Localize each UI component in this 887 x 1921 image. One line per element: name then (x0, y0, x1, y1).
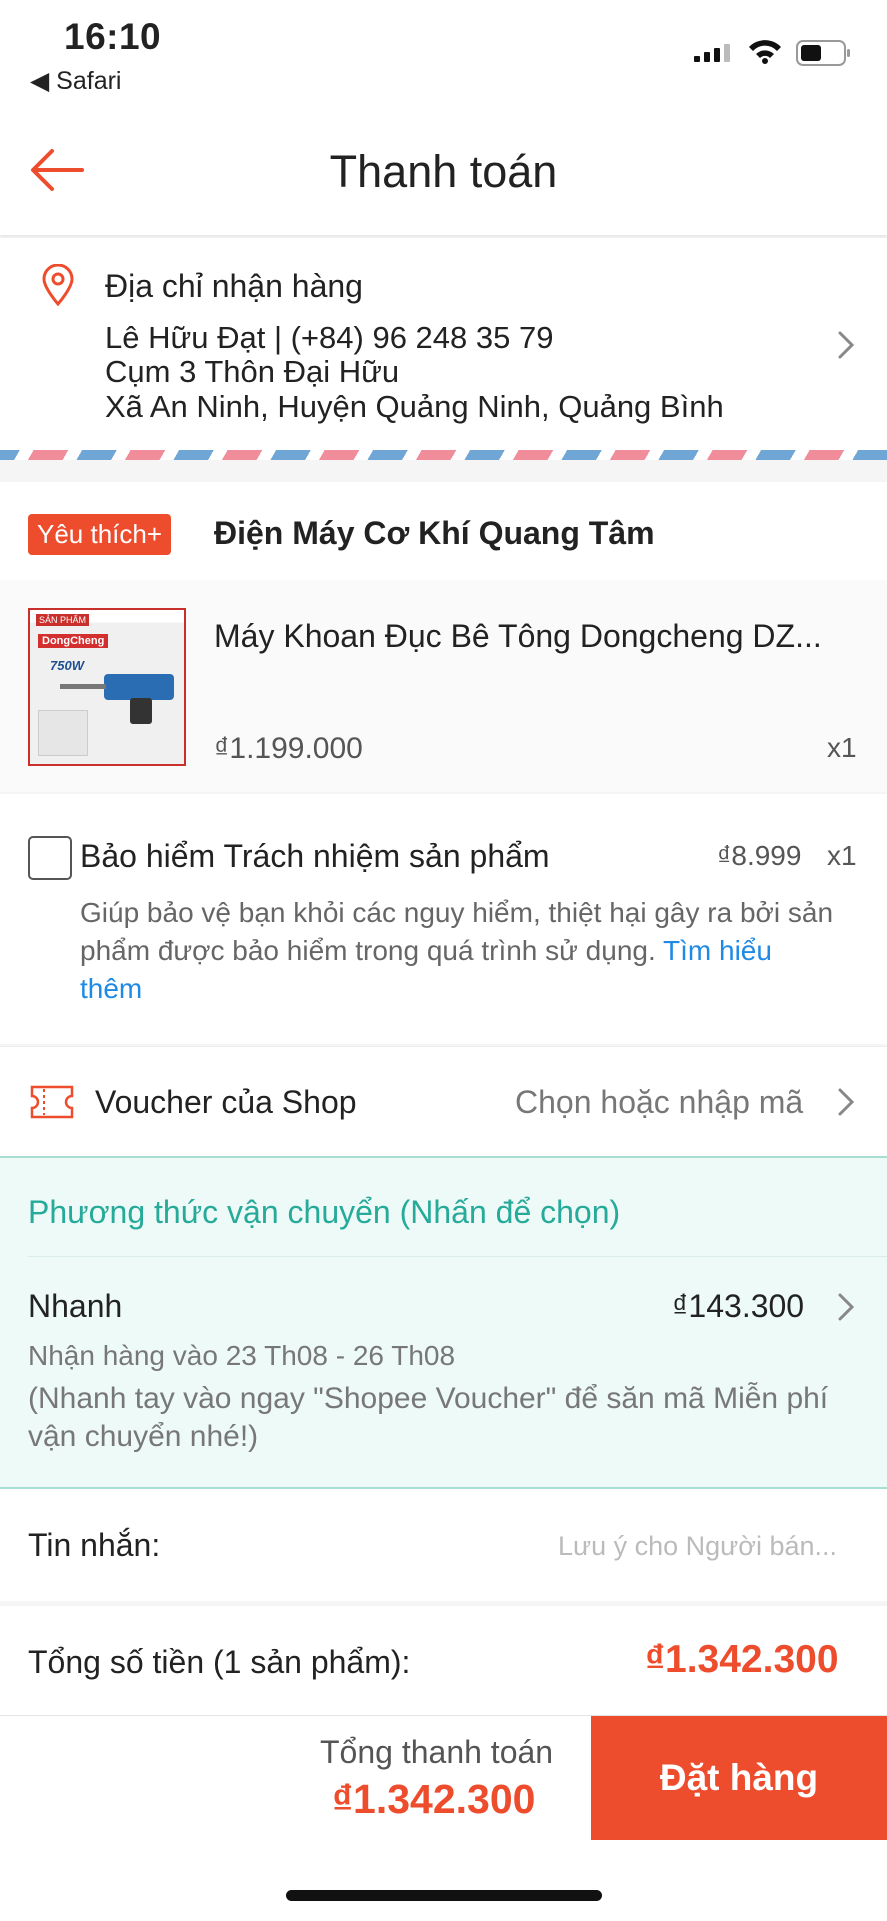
thumb-banner: SẢN PHẨM (36, 614, 90, 626)
message-row: Tin nhắn: Lưu ý cho Người bán... (0, 1489, 887, 1601)
app-header: Thanh toán (0, 100, 887, 235)
voucher-ticket-icon (30, 1085, 74, 1119)
chevron-right-icon (838, 1293, 855, 1321)
insurance-title: Bảo hiểm Trách nhiệm sản phẩm (80, 838, 550, 874)
shop-header: Yêu thích+ Điện Máy Cơ Khí Quang Tâm (0, 482, 887, 582)
status-time: 16:10 (64, 16, 162, 57)
voucher-hint: Chọn hoặc nhập mã (515, 1084, 804, 1120)
address-label: Địa chỉ nhận hàng (105, 268, 363, 304)
chevron-right-icon (838, 331, 855, 359)
airmail-divider (0, 450, 887, 460)
insurance-description: Giúp bảo vệ bạn khỏi các nguy hiểm, thiệ… (80, 894, 840, 1008)
thumb-power: 750W (50, 658, 84, 673)
payment-total-label: Tổng thanh toán (320, 1734, 554, 1770)
shipping-delivery-date: Nhận hàng vào 23 Th08 - 26 Th08 (28, 1340, 456, 1371)
battery-icon (796, 40, 850, 66)
shop-voucher-row[interactable]: Voucher của Shop Chọn hoặc nhập mã (0, 1046, 887, 1157)
thumb-spec-table (38, 710, 88, 756)
chevron-right-icon (838, 1088, 855, 1116)
shipping-price: ₫143.300 (672, 1288, 805, 1324)
drill-handle-shape (130, 698, 152, 724)
back-to-safari-link[interactable]: ◀ Safari (30, 66, 121, 96)
status-bar: 16:10 ◀ Safari (0, 0, 887, 100)
shipping-title: Phương thức vận chuyển (Nhấn để chọn) (28, 1194, 621, 1230)
product-thumbnail: SẢN PHẨM DongCheng 750W (28, 608, 186, 766)
shipping-note: (Nhanh tay vào ngay "Shopee Voucher" để … (28, 1382, 829, 1453)
preferred-shop-badge: Yêu thích+ (28, 514, 172, 555)
product-name: Máy Khoan Đục Bê Tông Dongcheng DZ... (214, 618, 822, 654)
address-line-1: Cụm 3 Thôn Đại Hữu (105, 354, 400, 389)
wifi-icon (749, 40, 781, 64)
shipping-address-section[interactable]: Địa chỉ nhận hàng Lê Hữu Đạt | (+84) 96 … (0, 238, 887, 450)
place-order-button[interactable]: Đặt hàng (591, 1716, 887, 1840)
location-pin-icon (42, 264, 74, 306)
drill-bit-shape (60, 684, 106, 689)
order-total-label: Tổng số tiền (1 sản phẩm): (28, 1644, 411, 1680)
order-total-row: Tổng số tiền (1 sản phẩm): ₫1.342.300 (0, 1606, 887, 1718)
page-title: Thanh toán (329, 146, 558, 197)
message-input[interactable]: Lưu ý cho Người bán... (558, 1531, 837, 1562)
product-quantity: x1 (827, 732, 857, 763)
payment-total-value: ₫1.342.300 (332, 1776, 536, 1822)
drill-body-shape (104, 674, 174, 700)
insurance-price: ₫8.999 (717, 840, 802, 871)
thumb-brand: DongCheng (38, 634, 109, 648)
insurance-checkbox[interactable] (28, 836, 72, 880)
shipping-method-section[interactable]: Phương thức vận chuyển (Nhấn để chọn) Nh… (0, 1156, 887, 1489)
order-total-value: ₫1.342.300 (645, 1638, 839, 1681)
product-insurance-section: Bảo hiểm Trách nhiệm sản phẩm ₫8.999 x1 … (0, 794, 887, 1044)
shipping-method-name: Nhanh (28, 1288, 123, 1324)
cellular-signal-icon (694, 44, 730, 62)
product-item: SẢN PHẨM DongCheng 750W Máy Khoan Đục Bê… (0, 580, 887, 792)
shipping-divider (28, 1256, 887, 1257)
shop-name: Điện Máy Cơ Khí Quang Tâm (214, 515, 655, 551)
home-indicator[interactable] (286, 1890, 602, 1901)
voucher-label: Voucher của Shop (95, 1084, 357, 1120)
address-name-phone: Lê Hữu Đạt | (+84) 96 248 35 79 (105, 320, 554, 355)
insurance-quantity: x1 (827, 840, 857, 871)
product-price: ₫1.199.000 (214, 732, 363, 765)
message-label: Tin nhắn: (28, 1527, 161, 1563)
address-line-2: Xã An Ninh, Huyện Quảng Ninh, Quảng Bình (105, 389, 724, 424)
